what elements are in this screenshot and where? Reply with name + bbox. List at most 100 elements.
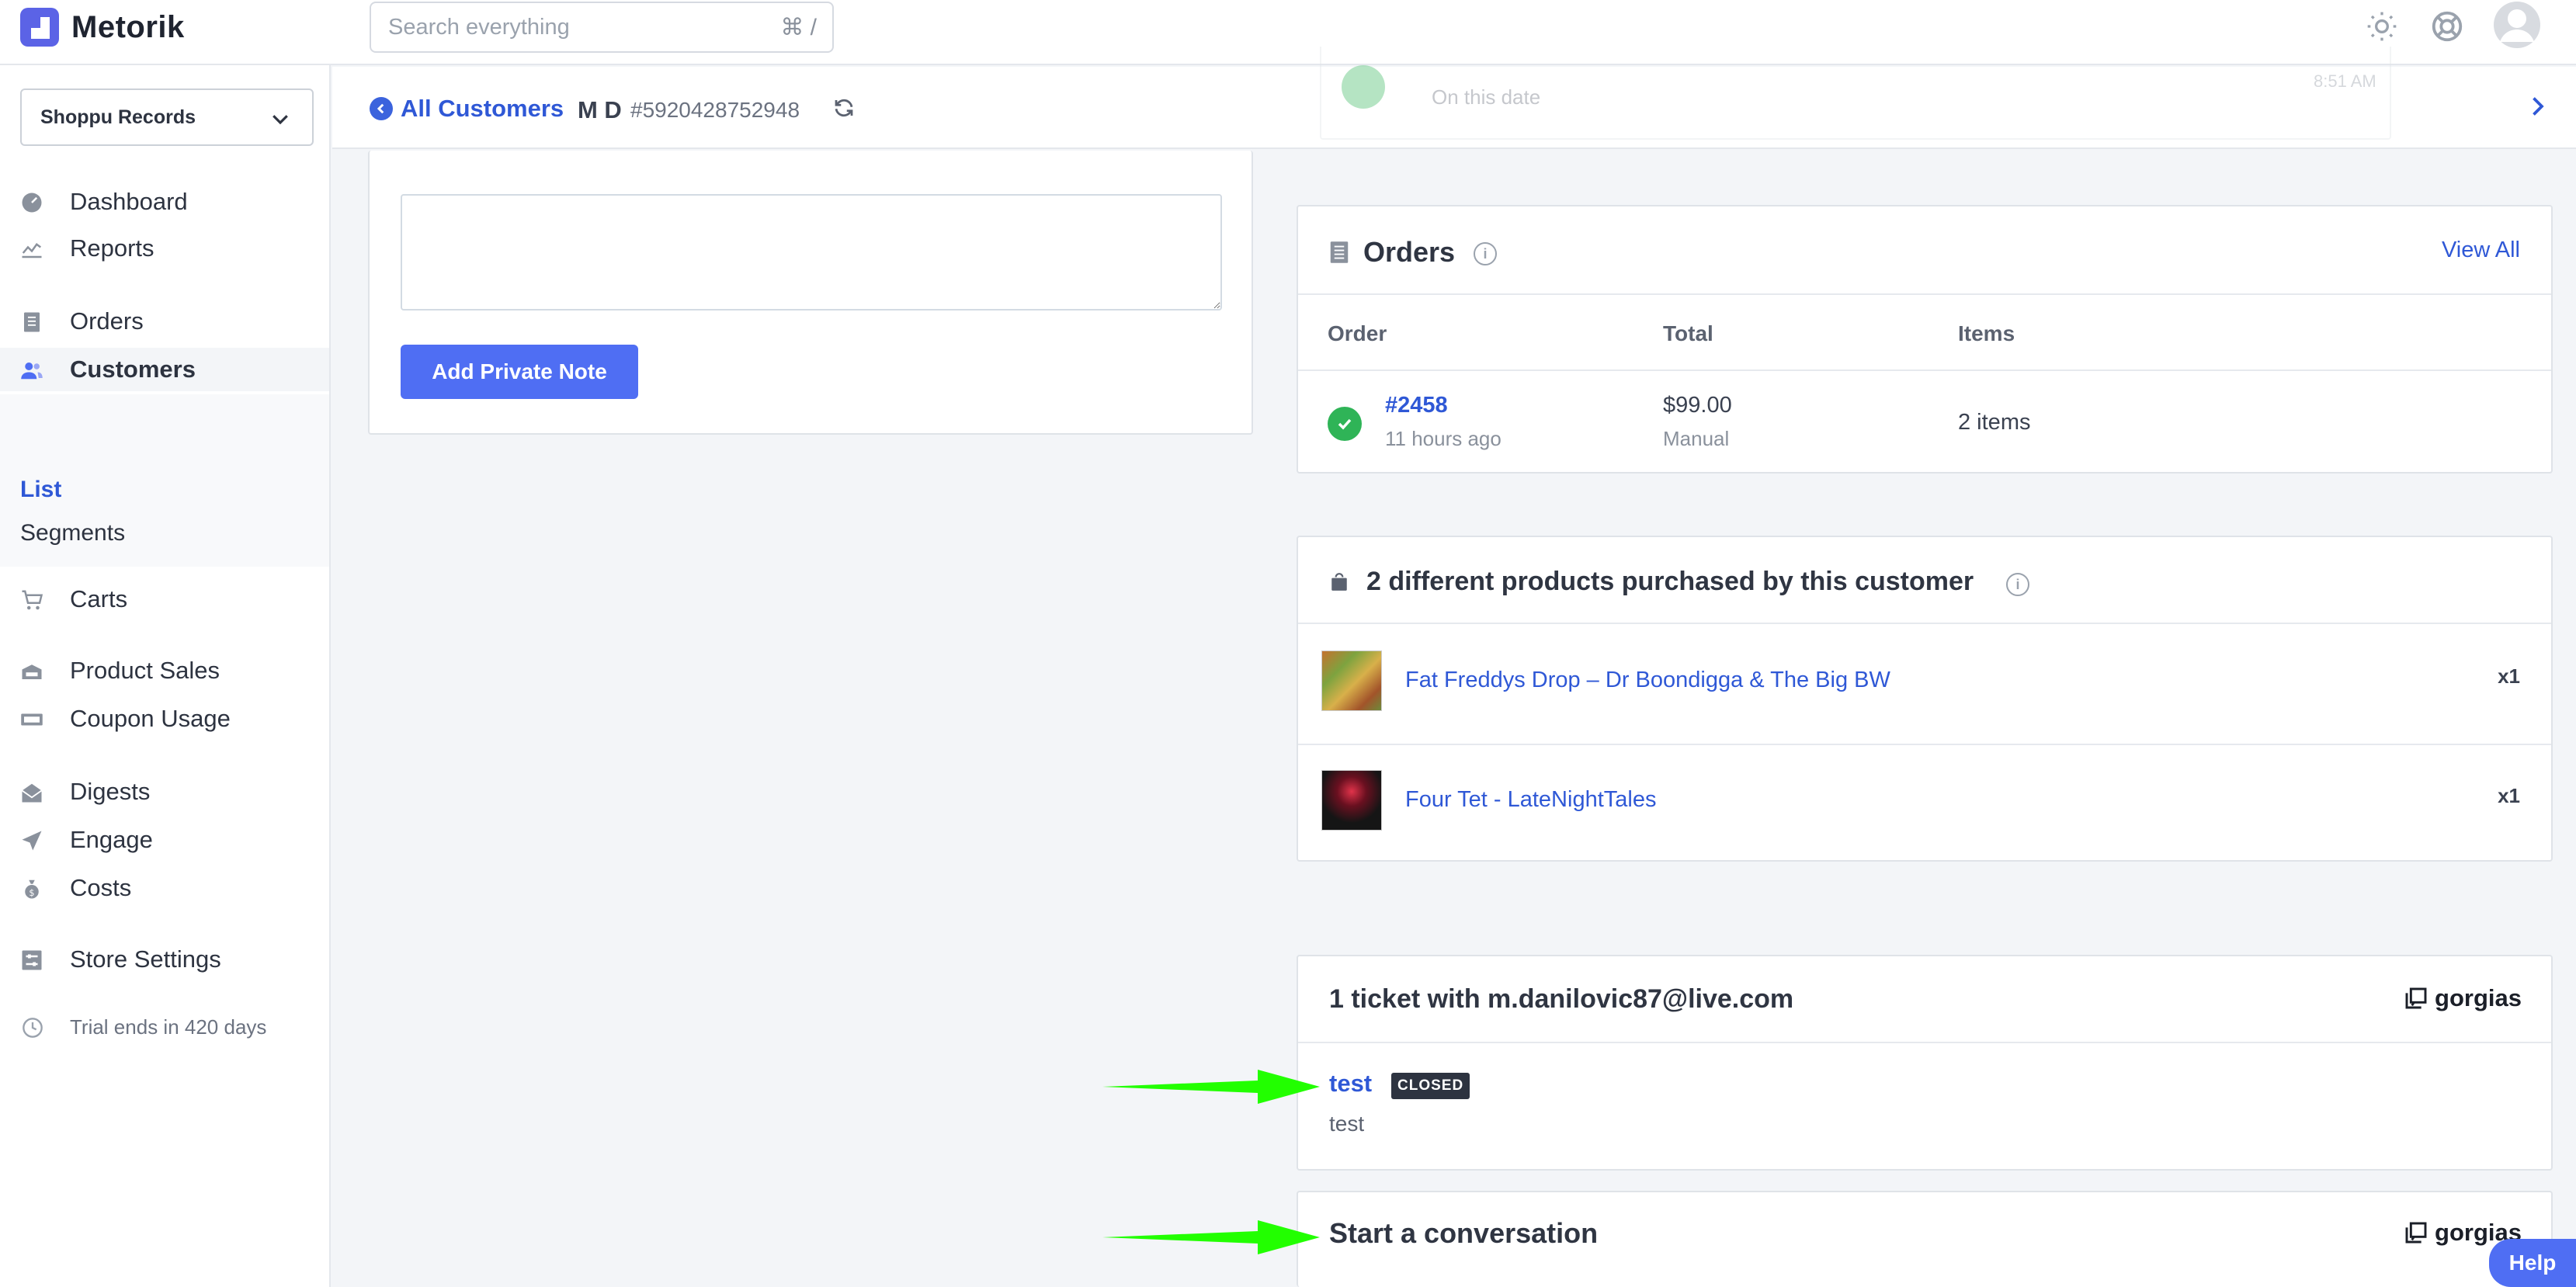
chevron-right-icon[interactable] <box>2523 88 2551 124</box>
submenu-item-list[interactable]: List <box>20 477 61 503</box>
order-number-link[interactable]: #2458 <box>1385 393 1448 418</box>
chevron-down-icon <box>273 115 288 125</box>
info-icon[interactable]: i <box>1474 242 1497 265</box>
status-badge: CLOSED <box>1391 1073 1470 1099</box>
ticket-subject-link[interactable]: test <box>1329 1070 1372 1098</box>
customer-name: M D <box>578 96 622 123</box>
timeline-ghost-time: 8:51 AM <box>2314 71 2376 91</box>
sidebar-item-store-settings[interactable]: Store Settings <box>0 938 329 981</box>
sidebar-item-product-sales[interactable]: Product Sales <box>0 649 329 692</box>
clock-icon <box>23 1018 43 1038</box>
sidebar-item-label: Carts <box>70 585 128 612</box>
product-sales-icon <box>22 664 42 679</box>
product-quantity: x1 <box>2498 664 2520 688</box>
orders-title: Orders <box>1363 236 1456 268</box>
timeline-ghost-subtext: On this date <box>1432 85 1541 109</box>
orders-icon <box>1330 241 1349 263</box>
order-method: Manual <box>1663 427 1730 450</box>
store-selector[interactable]: Shoppu Records <box>20 88 314 146</box>
chart-icon <box>22 242 42 258</box>
coupon-icon <box>21 713 43 726</box>
private-note-card: Add Private Note <box>368 151 1253 435</box>
timeline-ghost: On this date 8:51 AM <box>1295 47 2419 147</box>
order-items: 2 items <box>1958 410 2031 435</box>
sidebar-item-reports[interactable]: Reports <box>0 227 329 270</box>
dashboard-icon <box>22 193 42 213</box>
sidebar-item-label: Dashboard <box>70 188 188 215</box>
product-link[interactable]: Fat Freddys Drop – Dr Boondigga & The Bi… <box>1405 668 1890 693</box>
app-name: Metorik <box>71 9 185 44</box>
svg-text:$: $ <box>29 888 34 898</box>
order-time: 11 hours ago <box>1385 427 1502 450</box>
sidebar-item-costs[interactable]: $ Costs <box>0 866 329 910</box>
product-link[interactable]: Four Tet - LateNightTales <box>1405 787 1656 813</box>
gorgias-logo: gorgias <box>2404 984 2522 1012</box>
annotation-arrow-icon <box>1102 1220 1320 1254</box>
search-shortcut: ⌘ / <box>780 15 817 40</box>
sidebar-item-label: Customers <box>70 356 196 383</box>
product-quantity: x1 <box>2498 784 2520 807</box>
back-link-label: All Customers <box>401 95 564 122</box>
sidebar-item-customers[interactable]: Customers <box>0 348 329 391</box>
divider <box>1298 293 2551 295</box>
sidebar-item-orders[interactable]: Orders <box>0 300 329 343</box>
sidebar-item-engage[interactable]: Engage <box>0 818 329 862</box>
lifebuoy-icon[interactable] <box>2425 5 2469 48</box>
list-item[interactable]: Fat Freddys Drop – Dr Boondigga & The Bi… <box>1298 626 2551 742</box>
sidebar: Shoppu Records Dashboard Reports Orders … <box>0 65 331 1287</box>
sidebar-item-label: Orders <box>70 307 144 335</box>
products-title: 2 different products purchased by this c… <box>1366 567 1974 596</box>
sidebar-item-digests[interactable]: Digests <box>0 770 329 813</box>
trial-text: Trial ends in 420 days <box>70 1015 267 1039</box>
help-button[interactable]: Help <box>2489 1239 2576 1287</box>
digests-icon <box>21 783 43 803</box>
customers-submenu: List Segments <box>0 394 329 567</box>
submenu-item-segments[interactable]: Segments <box>20 520 125 546</box>
sidebar-item-carts[interactable]: Carts <box>0 578 329 621</box>
settings-icon <box>22 950 42 970</box>
avatar[interactable] <box>2492 0 2542 50</box>
back-to-customers-link[interactable]: All Customers <box>370 95 564 123</box>
column-header-items: Items <box>1958 321 2015 345</box>
gorgias-icon <box>2405 1222 2427 1244</box>
bag-icon <box>1331 573 1347 591</box>
start-conversation-title[interactable]: Start a conversation <box>1329 1217 1598 1250</box>
sidebar-item-coupon-usage[interactable]: Coupon Usage <box>0 697 329 741</box>
sidebar-item-label: Engage <box>70 826 153 853</box>
sun-icon[interactable] <box>2360 5 2404 48</box>
sidebar-item-label: Product Sales <box>70 657 220 684</box>
refresh-icon[interactable] <box>832 96 856 120</box>
sidebar-item-label: Reports <box>70 234 154 262</box>
logo[interactable]: Metorik <box>20 8 185 47</box>
customer-header: All Customers M D #5920428752948 On this… <box>332 47 2576 149</box>
search-box[interactable]: ⌘ / <box>370 2 834 53</box>
search-input[interactable] <box>371 3 736 51</box>
sidebar-item-label: Digests <box>70 778 151 805</box>
divider <box>1298 623 2551 624</box>
list-item[interactable]: Four Tet - LateNightTales x1 <box>1298 745 2551 862</box>
column-header-order: Order <box>1328 321 1387 345</box>
gorgias-wordmark: gorgias <box>2435 984 2522 1011</box>
timeline-ghost-icon <box>1342 65 1385 109</box>
tickets-card: 1 ticket with m.danilovic87@live.com gor… <box>1297 955 2553 1171</box>
customer-id: #5920428752948 <box>630 98 800 122</box>
order-total: $99.00 <box>1663 393 1732 418</box>
trial-notice: Trial ends in 420 days <box>0 1008 329 1046</box>
engage-icon <box>22 831 42 851</box>
view-all-orders-link[interactable]: View All <box>2442 238 2520 263</box>
product-image <box>1321 650 1382 711</box>
divider <box>1298 369 2551 371</box>
conversation-card: Start a conversation gorgias <box>1297 1191 2553 1287</box>
info-icon[interactable]: i <box>2006 573 2029 596</box>
orders-card: Orders i View All Order Total Items #245… <box>1297 205 2553 474</box>
metorik-logo-icon <box>20 8 59 47</box>
completed-check-icon <box>1328 407 1362 441</box>
annotation-arrow-icon <box>1102 1070 1320 1104</box>
cart-icon <box>22 590 43 610</box>
private-note-textarea[interactable] <box>401 194 1222 310</box>
sidebar-item-dashboard[interactable]: Dashboard <box>0 180 329 224</box>
chevron-left-icon <box>370 97 393 120</box>
add-private-note-button[interactable]: Add Private Note <box>401 345 638 399</box>
product-image <box>1321 770 1382 831</box>
costs-icon: $ <box>25 879 39 899</box>
